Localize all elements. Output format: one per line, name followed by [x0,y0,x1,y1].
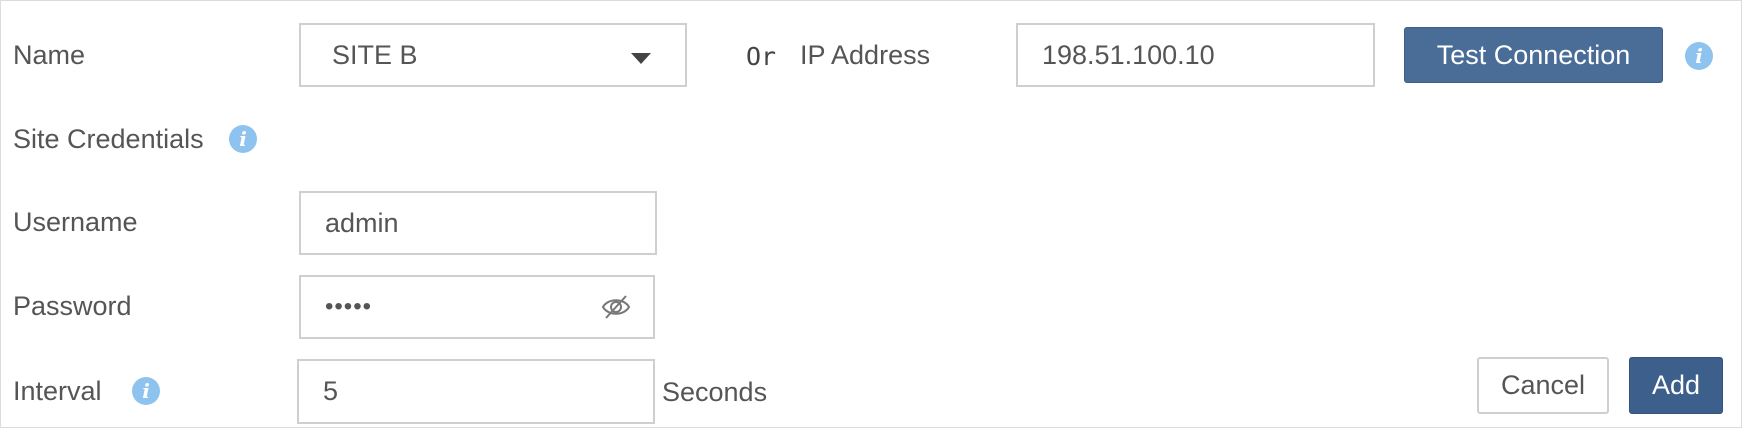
info-icon[interactable]: i [1685,42,1713,70]
ip-address-value: 198.51.100.10 [1042,39,1215,70]
interval-label: Interval [13,376,102,406]
ip-address-input[interactable]: 198.51.100.10 [1016,23,1375,87]
ip-address-label: IP Address [800,40,931,70]
test-connection-button[interactable]: Test Connection [1404,27,1663,83]
interval-value: 5 [323,376,339,406]
or-label: Or [746,42,777,71]
info-icon[interactable]: i [229,125,257,153]
username-value: admin [325,207,399,238]
seconds-label: Seconds [662,377,768,407]
name-select-value: SITE B [332,39,418,70]
add-site-form: Name SITE B Or IP Address 198.51.100.10 … [0,0,1742,428]
interval-input[interactable]: 5 [297,359,655,424]
site-credentials-label: Site Credentials [13,124,204,154]
caret-down-icon [631,53,651,64]
eye-slash-icon[interactable] [601,294,631,320]
password-value: ••••• [325,293,373,320]
username-input[interactable]: admin [299,191,657,255]
name-select[interactable]: SITE B [299,23,687,87]
name-label: Name [13,40,86,70]
username-label: Username [13,207,138,237]
password-label: Password [13,291,132,321]
password-input[interactable]: ••••• [299,275,655,339]
cancel-button[interactable]: Cancel [1477,357,1609,414]
info-icon[interactable]: i [132,377,160,405]
add-button[interactable]: Add [1629,357,1723,414]
